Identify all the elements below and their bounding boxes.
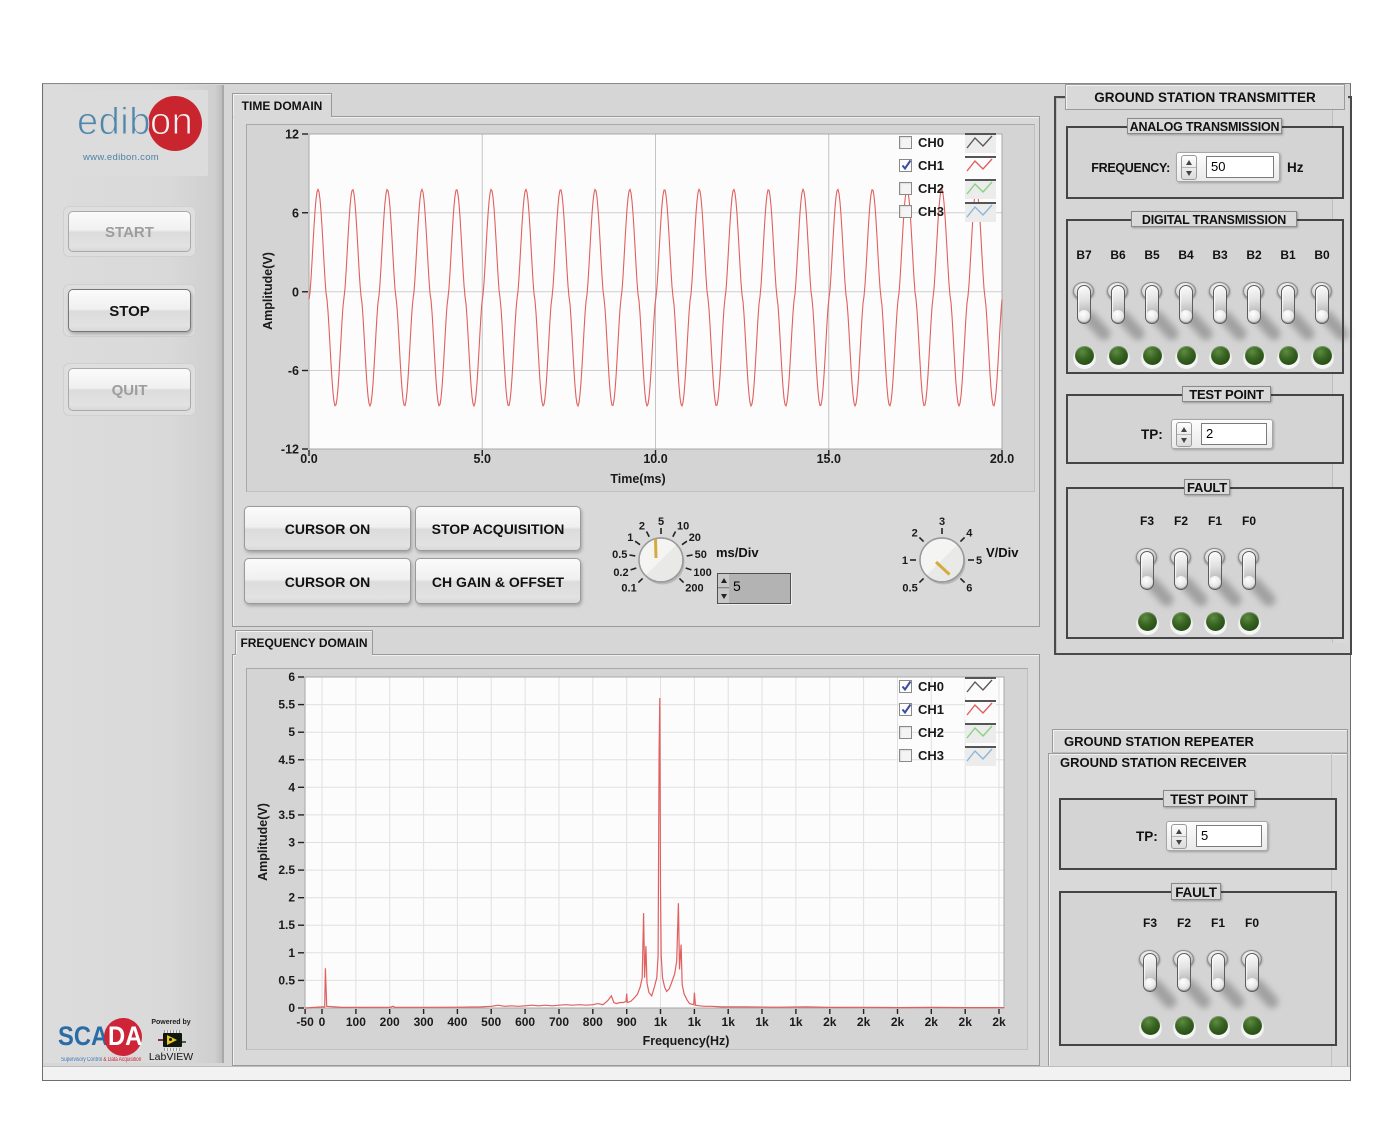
svg-text:2: 2	[639, 520, 645, 532]
svg-text:4: 4	[966, 527, 973, 539]
svg-text:12: 12	[285, 128, 299, 142]
svg-text:1: 1	[902, 555, 908, 567]
svg-text:1k: 1k	[722, 1015, 736, 1029]
svg-text:4.5: 4.5	[278, 753, 295, 767]
svg-text:5: 5	[658, 516, 664, 528]
svg-text:6: 6	[966, 583, 972, 595]
svg-text:4: 4	[288, 780, 295, 794]
svg-text:2k: 2k	[823, 1015, 837, 1029]
svg-text:400: 400	[447, 1015, 467, 1029]
svg-text:20.0: 20.0	[990, 452, 1014, 466]
svg-text:700: 700	[549, 1015, 569, 1029]
svg-text:0.5: 0.5	[902, 583, 917, 595]
svg-text:-6: -6	[288, 364, 299, 378]
svg-text:50: 50	[695, 549, 707, 561]
svg-text:5: 5	[976, 555, 982, 567]
svg-text:5.5: 5.5	[278, 698, 295, 712]
svg-text:15.0: 15.0	[817, 452, 841, 466]
svg-text:0.5: 0.5	[278, 973, 295, 987]
svg-text:200: 200	[685, 583, 703, 595]
svg-text:2.5: 2.5	[278, 863, 295, 877]
svg-text:Time(ms): Time(ms)	[610, 472, 665, 486]
svg-text:6: 6	[292, 206, 299, 220]
svg-text:1k: 1k	[789, 1015, 803, 1029]
svg-text:6: 6	[288, 670, 295, 684]
svg-text:500: 500	[481, 1015, 501, 1029]
svg-text:1: 1	[627, 532, 633, 544]
svg-text:2k: 2k	[891, 1015, 905, 1029]
svg-text:100: 100	[693, 567, 711, 579]
svg-text:800: 800	[583, 1015, 603, 1029]
svg-text:2: 2	[912, 527, 918, 539]
svg-text:Amplitude(V): Amplitude(V)	[261, 252, 275, 330]
svg-text:10: 10	[677, 520, 689, 532]
svg-text:5.0: 5.0	[474, 452, 491, 466]
svg-text:2k: 2k	[857, 1015, 871, 1029]
svg-text:Amplitude(V): Amplitude(V)	[256, 803, 270, 881]
svg-text:2: 2	[288, 891, 295, 905]
svg-text:0.2: 0.2	[613, 567, 628, 579]
svg-text:1k: 1k	[688, 1015, 702, 1029]
svg-text:900: 900	[617, 1015, 637, 1029]
svg-text:5: 5	[288, 725, 295, 739]
svg-text:0: 0	[288, 1001, 295, 1015]
svg-text:3.5: 3.5	[278, 808, 295, 822]
svg-text:2k: 2k	[925, 1015, 939, 1029]
svg-text:300: 300	[414, 1015, 434, 1029]
svg-text:10.0: 10.0	[643, 452, 667, 466]
svg-text:Frequency(Hz): Frequency(Hz)	[643, 1034, 730, 1048]
svg-text:200: 200	[380, 1015, 400, 1029]
svg-text:3: 3	[288, 836, 295, 850]
svg-text:20: 20	[689, 532, 701, 544]
svg-text:2k: 2k	[992, 1015, 1006, 1029]
svg-text:3: 3	[939, 516, 945, 528]
svg-text:0: 0	[319, 1015, 326, 1029]
svg-text:100: 100	[346, 1015, 366, 1029]
svg-text:-50: -50	[296, 1015, 314, 1029]
svg-text:0: 0	[292, 285, 299, 299]
svg-text:0.1: 0.1	[621, 583, 636, 595]
svg-text:600: 600	[515, 1015, 535, 1029]
svg-text:1k: 1k	[755, 1015, 769, 1029]
svg-text:-12: -12	[281, 443, 299, 457]
svg-text:1k: 1k	[654, 1015, 668, 1029]
svg-text:0.5: 0.5	[612, 549, 627, 561]
svg-text:1: 1	[288, 946, 295, 960]
svg-text:1.5: 1.5	[278, 918, 295, 932]
svg-text:0.0: 0.0	[300, 452, 317, 466]
svg-text:2k: 2k	[959, 1015, 973, 1029]
